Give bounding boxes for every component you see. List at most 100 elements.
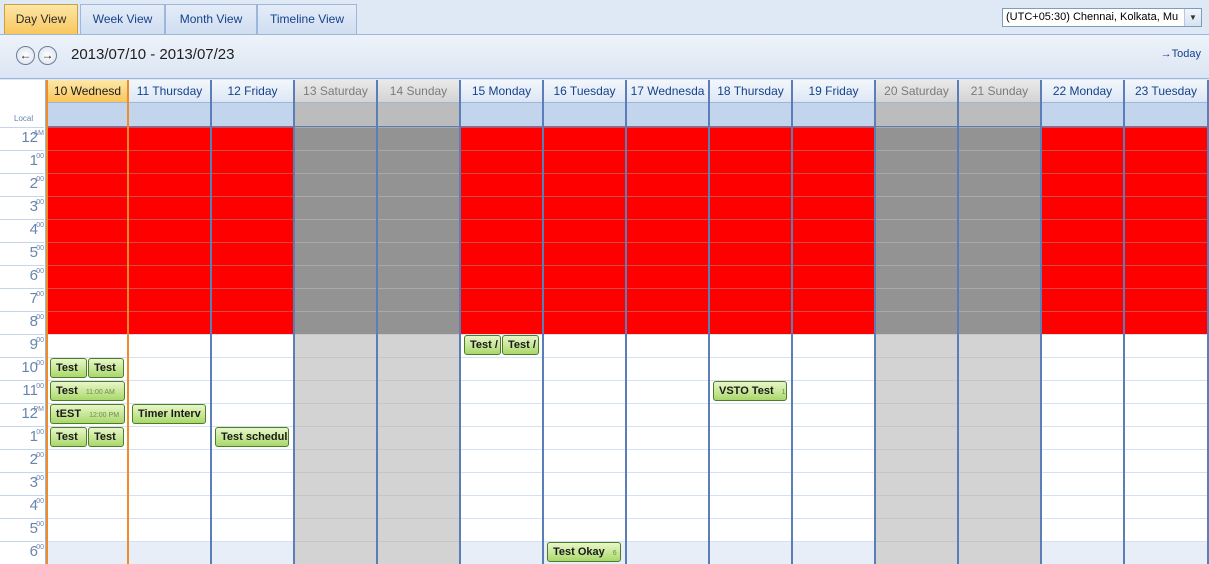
- busy-time-slot[interactable]: [876, 196, 957, 219]
- time-slot[interactable]: [1125, 449, 1207, 472]
- busy-time-slot[interactable]: [1125, 242, 1207, 265]
- time-slot[interactable]: [959, 495, 1040, 518]
- appointment[interactable]: Test 11:00 AM: [50, 381, 125, 401]
- busy-time-slot[interactable]: [48, 242, 127, 265]
- busy-time-slot[interactable]: [212, 196, 293, 219]
- time-slot[interactable]: [295, 334, 376, 357]
- busy-time-slot[interactable]: [48, 265, 127, 288]
- day-header[interactable]: 20 Saturday: [876, 80, 957, 103]
- time-slot[interactable]: [876, 518, 957, 541]
- busy-time-slot[interactable]: [544, 311, 625, 334]
- busy-time-slot[interactable]: [129, 127, 210, 150]
- busy-time-slot[interactable]: [129, 196, 210, 219]
- time-slot[interactable]: [461, 357, 542, 380]
- all-day-area[interactable]: [212, 103, 293, 127]
- time-slot[interactable]: [627, 541, 708, 564]
- appointment[interactable]: VSTO Test 1: [713, 381, 787, 401]
- time-slot[interactable]: [793, 541, 874, 564]
- appointment[interactable]: Test Okay 6: [547, 542, 621, 562]
- all-day-area[interactable]: [627, 103, 708, 127]
- busy-time-slot[interactable]: [129, 219, 210, 242]
- day-header[interactable]: 21 Sunday: [959, 80, 1040, 103]
- time-slot[interactable]: [544, 334, 625, 357]
- busy-time-slot[interactable]: [959, 265, 1040, 288]
- time-slot[interactable]: [461, 495, 542, 518]
- day-header[interactable]: 12 Friday: [212, 80, 293, 103]
- busy-time-slot[interactable]: [710, 127, 791, 150]
- busy-time-slot[interactable]: [295, 219, 376, 242]
- busy-time-slot[interactable]: [1125, 173, 1207, 196]
- time-slot[interactable]: [959, 357, 1040, 380]
- day-header[interactable]: 14 Sunday: [378, 80, 459, 103]
- all-day-area[interactable]: [1125, 103, 1207, 127]
- busy-time-slot[interactable]: [295, 265, 376, 288]
- time-slot[interactable]: [544, 472, 625, 495]
- time-slot[interactable]: [710, 357, 791, 380]
- busy-time-slot[interactable]: [1125, 196, 1207, 219]
- time-slot[interactable]: [378, 380, 459, 403]
- time-slot[interactable]: [461, 380, 542, 403]
- appointment[interactable]: Timer Interv: [132, 404, 206, 424]
- tab-week-view[interactable]: Week View: [80, 4, 165, 34]
- time-slot[interactable]: [1125, 472, 1207, 495]
- busy-time-slot[interactable]: [48, 288, 127, 311]
- busy-time-slot[interactable]: [876, 173, 957, 196]
- time-slot[interactable]: [48, 495, 127, 518]
- day-header[interactable]: 13 Saturday: [295, 80, 376, 103]
- time-slot[interactable]: [212, 380, 293, 403]
- busy-time-slot[interactable]: [461, 219, 542, 242]
- time-slot[interactable]: [627, 334, 708, 357]
- appointment[interactable]: Test: [50, 358, 87, 378]
- all-day-area[interactable]: [876, 103, 957, 127]
- busy-time-slot[interactable]: [461, 265, 542, 288]
- busy-time-slot[interactable]: [710, 173, 791, 196]
- time-slot[interactable]: [959, 426, 1040, 449]
- busy-time-slot[interactable]: [48, 219, 127, 242]
- busy-time-slot[interactable]: [48, 311, 127, 334]
- time-slot[interactable]: [295, 495, 376, 518]
- time-slot[interactable]: [212, 403, 293, 426]
- busy-time-slot[interactable]: [959, 311, 1040, 334]
- busy-time-slot[interactable]: [544, 219, 625, 242]
- time-slot[interactable]: [876, 449, 957, 472]
- time-slot[interactable]: [1125, 426, 1207, 449]
- busy-time-slot[interactable]: [295, 127, 376, 150]
- time-slot[interactable]: [295, 403, 376, 426]
- busy-time-slot[interactable]: [544, 265, 625, 288]
- busy-time-slot[interactable]: [212, 242, 293, 265]
- time-slot[interactable]: [295, 380, 376, 403]
- tab-day-view[interactable]: Day View: [4, 4, 78, 34]
- busy-time-slot[interactable]: [793, 150, 874, 173]
- time-slot[interactable]: [212, 472, 293, 495]
- busy-time-slot[interactable]: [793, 127, 874, 150]
- busy-time-slot[interactable]: [461, 150, 542, 173]
- busy-time-slot[interactable]: [1125, 127, 1207, 150]
- busy-time-slot[interactable]: [544, 242, 625, 265]
- time-slot[interactable]: [1125, 541, 1207, 564]
- busy-time-slot[interactable]: [295, 173, 376, 196]
- time-slot[interactable]: [378, 334, 459, 357]
- tab-timeline-view[interactable]: Timeline View: [257, 4, 357, 34]
- busy-time-slot[interactable]: [793, 311, 874, 334]
- time-slot[interactable]: [1042, 472, 1123, 495]
- busy-time-slot[interactable]: [378, 242, 459, 265]
- busy-time-slot[interactable]: [129, 265, 210, 288]
- tab-month-view[interactable]: Month View: [165, 4, 257, 34]
- time-slot[interactable]: [793, 472, 874, 495]
- time-slot[interactable]: [295, 518, 376, 541]
- busy-time-slot[interactable]: [959, 242, 1040, 265]
- busy-time-slot[interactable]: [959, 150, 1040, 173]
- busy-time-slot[interactable]: [1042, 242, 1123, 265]
- time-slot[interactable]: [1042, 380, 1123, 403]
- busy-time-slot[interactable]: [1042, 219, 1123, 242]
- time-slot[interactable]: [1125, 334, 1207, 357]
- time-slot[interactable]: [627, 380, 708, 403]
- time-slot[interactable]: [129, 541, 210, 564]
- time-slot[interactable]: [627, 426, 708, 449]
- busy-time-slot[interactable]: [48, 173, 127, 196]
- busy-time-slot[interactable]: [212, 288, 293, 311]
- time-slot[interactable]: [710, 403, 791, 426]
- time-slot[interactable]: [959, 472, 1040, 495]
- appointment[interactable]: tEST 12:00 PM: [50, 404, 125, 424]
- busy-time-slot[interactable]: [793, 288, 874, 311]
